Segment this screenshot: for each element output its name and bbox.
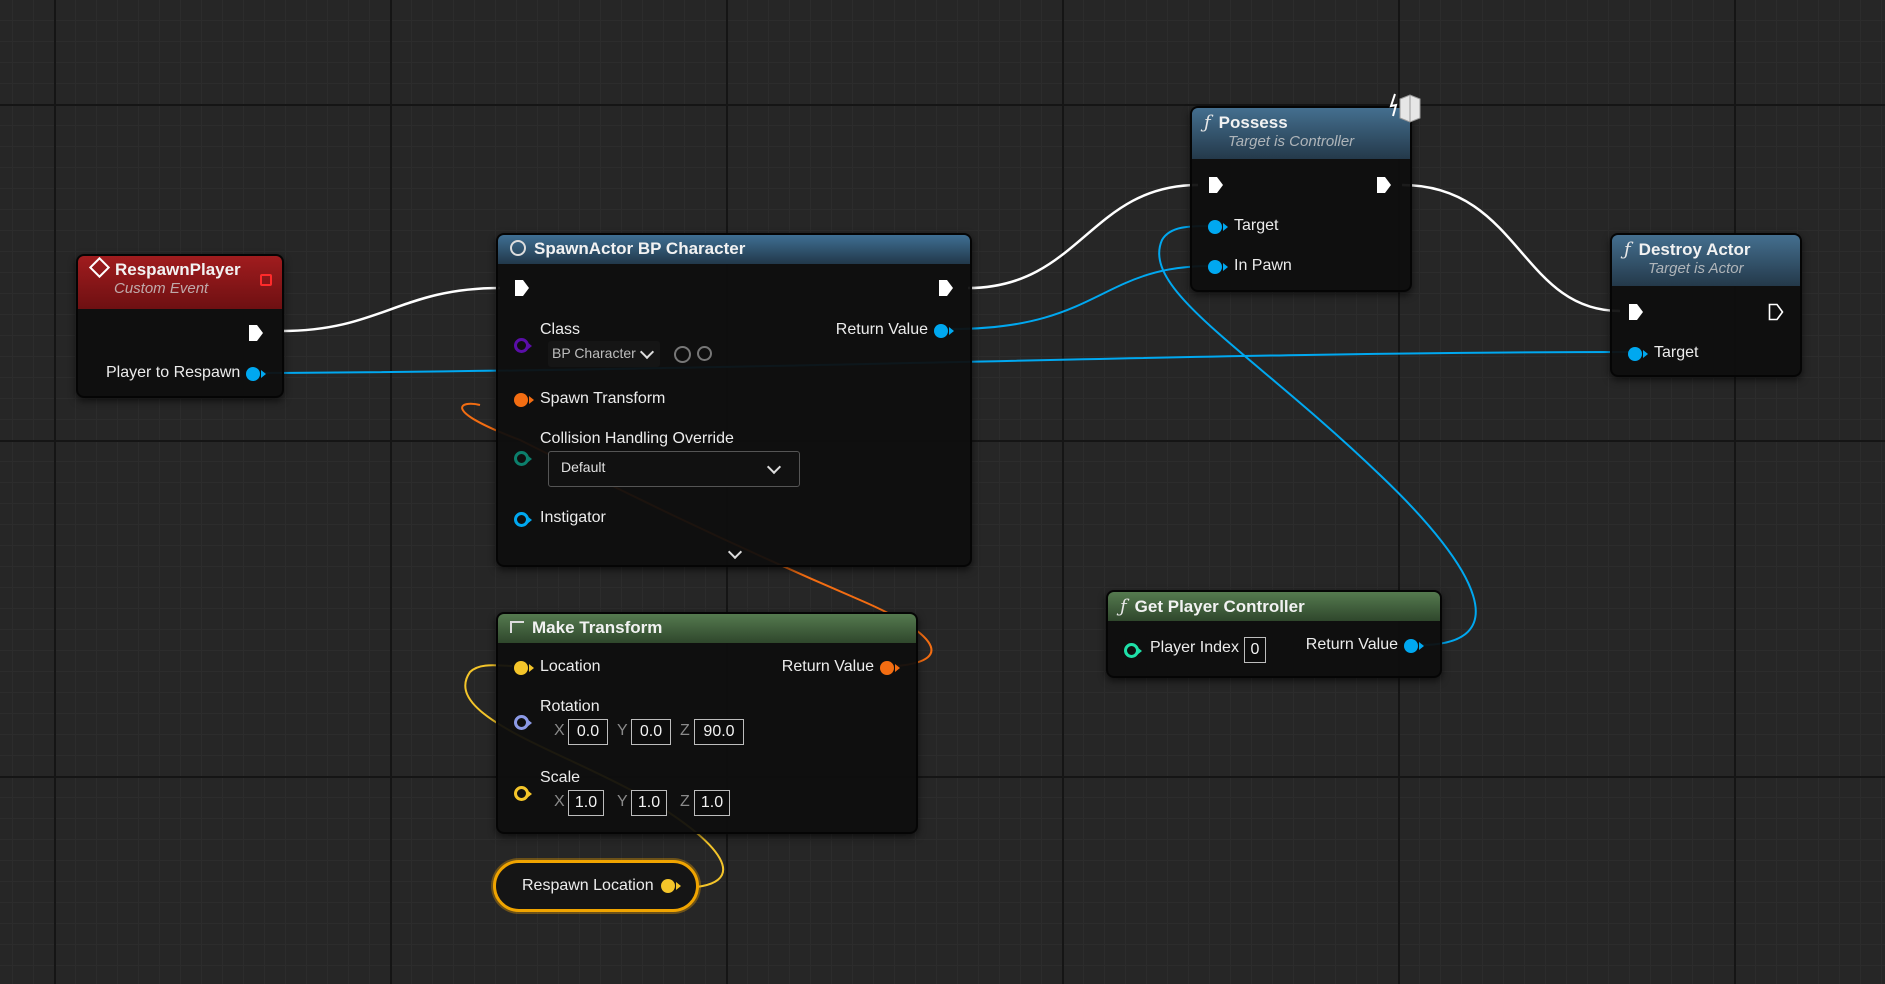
exec-in-pin[interactable] bbox=[1628, 303, 1644, 321]
rotation-pin[interactable] bbox=[514, 715, 532, 730]
event-diamond-icon bbox=[88, 256, 111, 279]
location-pin[interactable] bbox=[514, 661, 534, 675]
function-icon: ƒ bbox=[1624, 239, 1631, 260]
chevron-down-icon bbox=[766, 459, 782, 475]
browse-asset-search-icon[interactable] bbox=[697, 346, 712, 361]
object-wire-spawn-return-to-in-pawn[interactable] bbox=[951, 265, 1211, 330]
expand-advanced-chevron-icon[interactable] bbox=[727, 544, 743, 560]
player-to-respawn-pin[interactable] bbox=[246, 367, 266, 381]
rotation-x-axis: X bbox=[554, 722, 565, 739]
possess-subtitle: Target is Controller bbox=[1228, 133, 1355, 150]
rotation-z-axis: Z bbox=[680, 722, 690, 739]
respawn-location-label: Respawn Location bbox=[522, 877, 654, 894]
class-pin[interactable] bbox=[514, 338, 532, 353]
make-struct-icon bbox=[510, 621, 524, 633]
make-transform-title: Make Transform bbox=[532, 618, 663, 637]
target-label: Target bbox=[1234, 217, 1279, 234]
respawn-location-variable-node[interactable]: Respawn Location bbox=[493, 860, 699, 912]
return-value-pin[interactable] bbox=[880, 661, 900, 675]
player-index-input[interactable]: 0 bbox=[1244, 637, 1266, 663]
chevron-down-icon bbox=[639, 344, 655, 360]
instigator-pin[interactable] bbox=[514, 512, 532, 527]
rotation-y-input[interactable]: 0.0 bbox=[631, 719, 671, 745]
collision-handling-label: Collision Handling Override bbox=[540, 430, 734, 447]
spawn-transform-pin[interactable] bbox=[514, 393, 534, 407]
scale-z-axis: Z bbox=[680, 793, 690, 810]
in-pawn-pin[interactable] bbox=[1208, 260, 1228, 274]
in-pawn-label: In Pawn bbox=[1234, 257, 1292, 274]
location-label: Location bbox=[540, 658, 601, 675]
destroy-actor-title: Destroy Actor bbox=[1638, 240, 1751, 259]
exec-out-pin[interactable] bbox=[1768, 303, 1784, 321]
collision-handling-pin[interactable] bbox=[514, 451, 532, 466]
respawn-location-pin[interactable] bbox=[661, 879, 681, 893]
return-value-label: Return Value bbox=[1305, 636, 1398, 653]
return-value-label: Return Value bbox=[781, 658, 874, 675]
exec-out-pin[interactable] bbox=[938, 279, 954, 297]
class-select-value: BP Character bbox=[552, 345, 636, 361]
rotation-x-input[interactable]: 0.0 bbox=[568, 719, 608, 745]
function-icon: ƒ bbox=[1120, 596, 1127, 617]
scale-y-axis: Y bbox=[617, 793, 628, 810]
rotation-label: Rotation bbox=[540, 698, 600, 715]
respawn-player-title: RespawnPlayer bbox=[115, 260, 241, 279]
spawn-actor-node[interactable]: SpawnActor BP Character Class BP Charact… bbox=[496, 233, 972, 567]
class-label: Class bbox=[540, 321, 581, 338]
class-select[interactable]: BP Character bbox=[548, 341, 660, 367]
scale-pin[interactable] bbox=[514, 786, 532, 801]
return-value-pin[interactable] bbox=[934, 324, 954, 338]
respawn-player-event-node[interactable]: RespawnPlayer Custom Event Player to Res… bbox=[76, 254, 284, 398]
make-transform-header[interactable]: Make Transform bbox=[498, 614, 916, 643]
destroy-actor-subtitle: Target is Actor bbox=[1648, 260, 1744, 277]
player-to-respawn-label: Player to Respawn bbox=[106, 364, 241, 381]
exec-in-pin[interactable] bbox=[1208, 176, 1224, 194]
use-selected-asset-icon[interactable] bbox=[674, 346, 691, 363]
rotation-y-axis: Y bbox=[617, 722, 628, 739]
player-index-pin[interactable] bbox=[1124, 643, 1142, 658]
possess-header[interactable]: ƒ Possess Target is Controller bbox=[1192, 108, 1410, 159]
target-pin[interactable] bbox=[1628, 347, 1648, 361]
possess-title: Possess bbox=[1218, 113, 1288, 132]
get-player-controller-node[interactable]: ƒ Get Player Controller Player Index 0 Re… bbox=[1106, 590, 1442, 678]
delegate-pin-icon[interactable] bbox=[260, 274, 272, 286]
get-player-controller-header[interactable]: ƒ Get Player Controller bbox=[1108, 592, 1440, 621]
function-icon: ƒ bbox=[1204, 112, 1211, 133]
exec-wire-respawn-to-spawn[interactable] bbox=[281, 286, 501, 333]
instigator-label: Instigator bbox=[540, 509, 606, 526]
scale-x-axis: X bbox=[554, 793, 565, 810]
exec-in-pin[interactable] bbox=[514, 279, 530, 297]
return-value-label: Return Value bbox=[835, 321, 928, 338]
spawn-actor-icon bbox=[510, 240, 526, 256]
possess-node[interactable]: ƒ Possess Target is Controller Target In … bbox=[1190, 106, 1412, 292]
scale-x-input[interactable]: 1.0 bbox=[568, 790, 604, 816]
scale-label: Scale bbox=[540, 769, 581, 786]
scale-y-input[interactable]: 1.0 bbox=[631, 790, 667, 816]
get-player-controller-title: Get Player Controller bbox=[1134, 597, 1305, 616]
spawn-actor-header[interactable]: SpawnActor BP Character bbox=[498, 235, 970, 264]
player-index-label: Player Index bbox=[1150, 639, 1239, 656]
destroy-actor-node[interactable]: ƒ Destroy Actor Target is Actor Target bbox=[1610, 233, 1802, 377]
respawn-player-header[interactable]: RespawnPlayer Custom Event bbox=[78, 256, 282, 309]
target-pin[interactable] bbox=[1208, 220, 1228, 234]
respawn-player-subtitle: Custom Event bbox=[114, 280, 209, 297]
exec-wire-possess-to-destroy[interactable] bbox=[1401, 183, 1621, 313]
make-transform-node[interactable]: Make Transform Location Return Value Rot… bbox=[496, 612, 918, 834]
rotation-z-input[interactable]: 90.0 bbox=[694, 719, 744, 745]
destroy-actor-header[interactable]: ƒ Destroy Actor Target is Actor bbox=[1612, 235, 1800, 286]
collision-handling-value: Default bbox=[561, 459, 606, 475]
spawn-actor-title: SpawnActor BP Character bbox=[534, 239, 746, 258]
server-authority-icon bbox=[1389, 93, 1421, 123]
collision-handling-select[interactable]: Default bbox=[548, 451, 800, 487]
exec-out-pin[interactable] bbox=[248, 324, 264, 342]
spawn-transform-label: Spawn Transform bbox=[540, 390, 666, 407]
exec-out-pin[interactable] bbox=[1376, 176, 1392, 194]
return-value-pin[interactable] bbox=[1404, 639, 1424, 653]
target-label: Target bbox=[1654, 344, 1699, 361]
scale-z-input[interactable]: 1.0 bbox=[694, 790, 730, 816]
